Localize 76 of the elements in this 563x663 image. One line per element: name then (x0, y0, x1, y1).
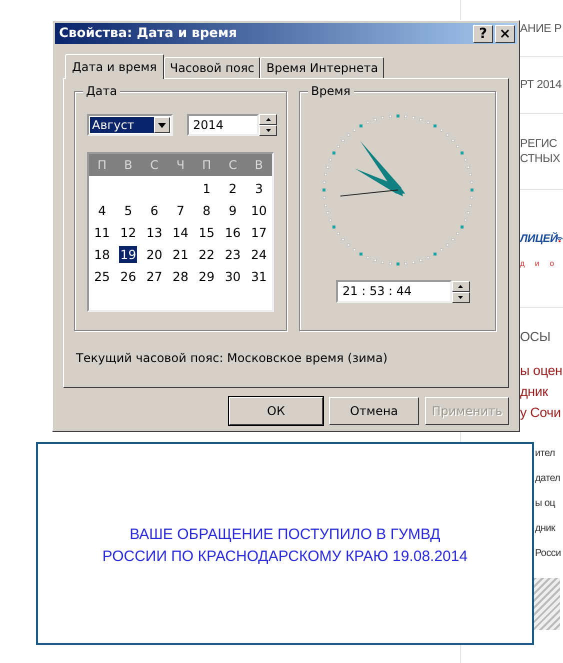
dialog-button[interactable]: Отмена (329, 397, 419, 425)
spin-up-button[interactable] (259, 114, 277, 125)
tab[interactable]: Дата и время (65, 54, 164, 79)
calendar-day[interactable]: 26 (119, 268, 138, 284)
calendar-day[interactable]: 4 (97, 202, 108, 218)
weekday-label: В (254, 158, 264, 172)
calendar-day[interactable]: 21 (172, 246, 190, 262)
calendar-day[interactable]: 15 (198, 224, 216, 240)
calendar-day[interactable]: 24 (250, 246, 268, 262)
notice-text: ВАШЕ ОБРАЩЕНИЕ ПОСТУПИЛО В ГУМВД РОССИИ ПО КРАСНОДАРСКОМУ КРАЮ 19.08.2014 (102, 524, 468, 566)
calendar-day[interactable]: 31 (250, 268, 268, 284)
timezone-text: Текущий часовой пояс: Московское время (зима) (76, 351, 388, 365)
calendar-day[interactable]: 14 (172, 224, 190, 240)
calendar-day[interactable]: 9 (228, 202, 238, 218)
calendar-day[interactable]: 16 (224, 224, 242, 240)
calendar-day[interactable]: 11 (93, 224, 112, 240)
news-link[interactable]: дник (520, 381, 563, 402)
calendar-day[interactable]: 30 (224, 268, 242, 284)
logo-subtext: д и о (520, 259, 560, 268)
down-arrow-icon (458, 296, 463, 298)
news-text: ы оц (535, 497, 556, 511)
calendar-day[interactable]: 3 (254, 180, 264, 196)
spin-up-button[interactable] (452, 280, 470, 292)
group-title: Дата (83, 84, 120, 98)
headline-text[interactable]: РТ 2014 (520, 79, 562, 91)
tab[interactable]: Часовой пояс (164, 57, 260, 78)
calendar-day[interactable]: 25 (93, 268, 112, 284)
calendar-day[interactable]: 8 (202, 202, 212, 218)
calendar-day[interactable]: 10 (250, 202, 268, 218)
logo-text: ЛИЦЕЙ (520, 233, 558, 245)
calendar-day[interactable]: 13 (145, 224, 164, 240)
weekday-label: В (123, 158, 134, 172)
headline-text[interactable]: РЕГИС (520, 136, 563, 152)
calendar-day[interactable]: 29 (198, 268, 216, 284)
calendar-day[interactable]: 5 (123, 202, 134, 218)
news-text: дател (535, 472, 562, 486)
up-arrow-icon (458, 284, 463, 288)
calendar-day[interactable]: 19 (119, 246, 138, 262)
calendar-day[interactable]: 1 (202, 180, 212, 196)
weekday-label: П (201, 158, 212, 172)
weekday-label: С (228, 158, 238, 172)
help-button[interactable]: ? (473, 24, 493, 42)
group-title: Время (308, 84, 354, 98)
dialog-button[interactable]: ОК (229, 397, 323, 425)
news-link[interactable]: ы оцен (520, 360, 563, 381)
calendar-day[interactable]: 17 (250, 224, 268, 240)
calendar-day[interactable]: 6 (149, 202, 160, 218)
headline-text[interactable]: СТНЫХ (520, 152, 563, 166)
calendar-day[interactable]: 22 (198, 246, 216, 262)
year-field[interactable]: 2014 (187, 114, 259, 136)
news-text: Росси (535, 547, 562, 561)
dropdown-arrow-icon (158, 122, 166, 128)
close-button[interactable]: × (495, 24, 515, 42)
calendar-day[interactable]: 23 (224, 246, 242, 262)
calendar-day[interactable]: 2 (228, 180, 238, 196)
calendar-day[interactable]: 20 (145, 246, 164, 262)
tab[interactable]: Время Интернета (260, 57, 384, 78)
weekday-label: П (96, 158, 108, 172)
calendar-day[interactable]: 28 (172, 268, 190, 284)
calendar-day[interactable]: 12 (119, 224, 138, 240)
weekday-label: С (149, 158, 160, 172)
news-text: ител (535, 447, 556, 461)
calendar-day[interactable]: 27 (145, 268, 164, 284)
up-arrow-icon (266, 118, 270, 121)
calendar-day[interactable]: 7 (176, 202, 186, 218)
month-dropdown[interactable]: Август (87, 114, 173, 136)
news-text: дник (535, 522, 556, 536)
news-link[interactable]: у Сочи (520, 402, 563, 423)
down-arrow-icon (266, 129, 270, 132)
weekday-label: Ч (175, 158, 186, 172)
headline-text[interactable]: АНИЕ Р (520, 23, 562, 35)
spin-down-button[interactable] (259, 125, 277, 136)
window-title: Свойства: Дата и время (59, 26, 238, 41)
time-field[interactable]: 21 : 53 : 44 (336, 280, 452, 303)
calendar-day[interactable]: 18 (93, 246, 112, 262)
section-title: ОСЫ (520, 329, 550, 344)
